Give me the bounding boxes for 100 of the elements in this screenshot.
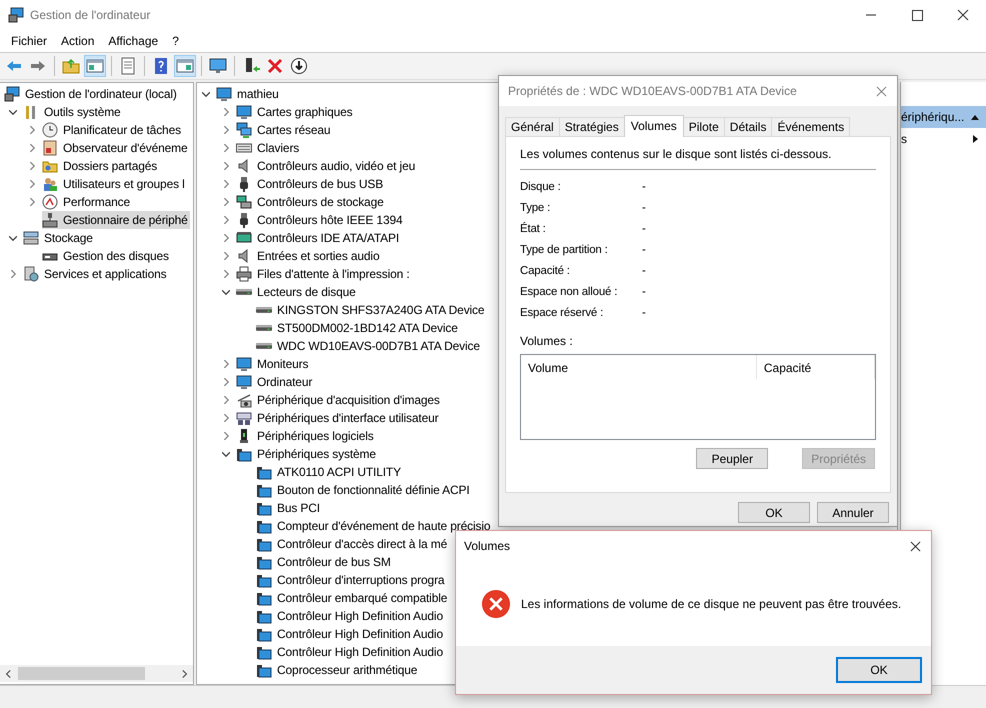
tree-node[interactable]: Contrôleur d'interruptions progra	[256, 571, 446, 589]
tree-node[interactable]: Contrôleurs hôte IEEE 1394	[236, 211, 405, 229]
expand-chevron-icon[interactable]	[224, 180, 228, 188]
tree-node[interactable]: Cartes graphiques	[236, 103, 355, 121]
tree-node[interactable]: Dossiers partagés	[42, 157, 160, 175]
volumes-label: Volumes :	[520, 334, 574, 348]
tree-node[interactable]: Contrôleur High Definition Audio	[256, 625, 445, 643]
tree-node[interactable]: Périphériques logiciels	[236, 427, 376, 445]
tab[interactable]: Événements	[771, 117, 850, 136]
tree-node[interactable]: Entrées et sorties audio	[236, 247, 382, 265]
dialog-button[interactable]: OK	[738, 502, 810, 523]
expand-chevron-icon[interactable]	[30, 144, 34, 152]
tree-node[interactable]: Bouton de fonctionnalité définie ACPI	[256, 481, 472, 499]
tree-node[interactable]: Périphériques système	[236, 445, 378, 463]
collapse-chevron-icon[interactable]	[222, 290, 230, 294]
expand-chevron-icon[interactable]	[224, 162, 228, 170]
expand-chevron-icon[interactable]	[224, 126, 228, 134]
tab[interactable]: Volumes	[624, 115, 684, 137]
menu-item[interactable]: Fichier	[4, 34, 54, 48]
expand-chevron-icon[interactable]	[224, 378, 228, 386]
tree-node[interactable]: Contrôleur High Definition Audio	[256, 643, 445, 661]
delete-icon	[266, 57, 284, 75]
pane-link[interactable]: s	[901, 132, 907, 146]
tab[interactable]: Stratégies	[558, 117, 625, 136]
tree-node[interactable]: Contrôleur d'accès direct à la mé	[256, 535, 450, 553]
tree-node[interactable]: Contrôleur embarqué compatible	[256, 589, 450, 607]
tree-node[interactable]: Lecteurs de disque	[236, 283, 358, 301]
expand-chevron-icon[interactable]	[224, 216, 228, 224]
dialog-button[interactable]: Annuler	[817, 502, 889, 523]
tree-node[interactable]: Périphérique d'acquisition d'images	[236, 391, 442, 409]
dialog-button[interactable]: Peupler	[696, 448, 768, 469]
tree-node[interactable]: Contrôleurs de stockage	[236, 193, 386, 211]
actions-header[interactable]: ériphériqu...	[901, 106, 986, 128]
tree-node[interactable]: WDC WD10EAVS-00D7B1 ATA Device	[256, 337, 482, 355]
tree-node[interactable]: Gestion des disques	[42, 247, 171, 265]
menu-item[interactable]: ?	[165, 34, 186, 48]
tree-node[interactable]: Performance	[42, 193, 132, 211]
close-icon[interactable]	[910, 540, 921, 552]
tree-node[interactable]: Outils système	[23, 103, 123, 121]
tree-node[interactable]: mathieu	[216, 85, 281, 103]
tree-node[interactable]: Planificateur de tâches	[42, 121, 183, 139]
tree-node[interactable]: Contrôleur de bus SM	[256, 553, 393, 571]
tree-node[interactable]: Contrôleurs IDE ATA/ATAPI	[236, 229, 402, 247]
tree-node[interactable]: Périphériques d'interface utilisateur	[236, 409, 441, 427]
field-label: Type de partition :	[520, 244, 609, 256]
collapse-chevron-icon[interactable]	[222, 452, 230, 456]
horizontal-scrollbar[interactable]	[0, 665, 193, 682]
tree-node[interactable]: Claviers	[236, 139, 302, 157]
collapse-chevron-icon[interactable]	[202, 92, 210, 96]
tree-node[interactable]: Cartes réseau	[236, 121, 332, 139]
toolbar-button[interactable]	[288, 55, 310, 77]
tree-node[interactable]: Contrôleurs de bus USB	[236, 175, 386, 193]
menu-item[interactable]: Affichage	[101, 34, 166, 48]
tree-node[interactable]: ST500DM002-1BD142 ATA Device	[256, 319, 460, 337]
tree-node[interactable]: KINGSTON SHFS37A240G ATA Device	[256, 301, 486, 319]
column-header[interactable]: Volume	[521, 355, 757, 379]
expand-chevron-icon[interactable]	[30, 126, 34, 134]
expand-chevron-icon[interactable]	[30, 198, 34, 206]
expand-chevron-icon[interactable]	[224, 414, 228, 422]
expand-chevron-icon[interactable]	[224, 396, 228, 404]
tree-node[interactable]: Services et applications	[23, 265, 168, 283]
expand-chevron-icon[interactable]	[224, 108, 228, 116]
computer-management-icon	[4, 86, 20, 102]
expand-chevron-icon[interactable]	[224, 144, 228, 152]
column-header[interactable]: Capacité	[756, 355, 875, 379]
monitor-icon	[209, 57, 227, 75]
tree-node[interactable]: Stockage	[23, 229, 95, 247]
collapse-chevron-icon[interactable]	[9, 236, 17, 240]
field-label: État :	[520, 223, 547, 235]
expand-chevron-icon[interactable]	[224, 360, 228, 368]
tree-node[interactable]: Observateur d'événeme	[42, 139, 190, 157]
tree-node[interactable]: Gestionnaire de périphé	[42, 211, 190, 229]
collapse-chevron-icon[interactable]	[9, 110, 17, 114]
window-title: Gestion de l'ordinateur	[30, 8, 150, 22]
tree-node[interactable]: Bus PCI	[256, 499, 322, 517]
tree-node[interactable]: Moniteurs	[236, 355, 310, 373]
scanner-icon	[236, 392, 252, 408]
expand-chevron-icon[interactable]	[224, 234, 228, 242]
tree-node[interactable]: Compteur d'événement de haute précisio	[256, 517, 492, 535]
tree-node[interactable]: ATK0110 ACPI UTILITY	[256, 463, 403, 481]
expand-chevron-icon[interactable]	[10, 270, 16, 278]
ok-button[interactable]: OK	[836, 657, 922, 683]
expand-chevron-icon[interactable]	[224, 270, 228, 278]
tree-node[interactable]: Contrôleurs audio, vidéo et jeu	[236, 157, 418, 175]
tree-node[interactable]: Contrôleur High Definition Audio	[256, 607, 445, 625]
expand-chevron-icon[interactable]	[30, 162, 34, 170]
tree-node[interactable]: Utilisateurs et groupes l	[42, 175, 187, 193]
error-message: Les informations de volume de ce disque ne peuvent pas être trouvées.	[521, 596, 902, 610]
tree-node[interactable]: Files d'attente à l'impression :	[236, 265, 412, 283]
expand-chevron-icon[interactable]	[30, 180, 34, 188]
tree-node[interactable]: Ordinateur	[236, 373, 314, 391]
tree-node[interactable]: Coprocesseur arithmétique	[256, 661, 420, 679]
drive-icon	[236, 289, 252, 295]
expand-chevron-icon[interactable]	[224, 432, 228, 440]
tree-node[interactable]: Gestion de l'ordinateur (local)	[4, 85, 179, 103]
tab[interactable]: Général	[505, 117, 560, 136]
expand-chevron-icon[interactable]	[224, 198, 228, 206]
system-folder-icon	[256, 608, 272, 624]
expand-chevron-icon[interactable]	[224, 252, 228, 260]
menu-item[interactable]: Action	[54, 34, 102, 48]
